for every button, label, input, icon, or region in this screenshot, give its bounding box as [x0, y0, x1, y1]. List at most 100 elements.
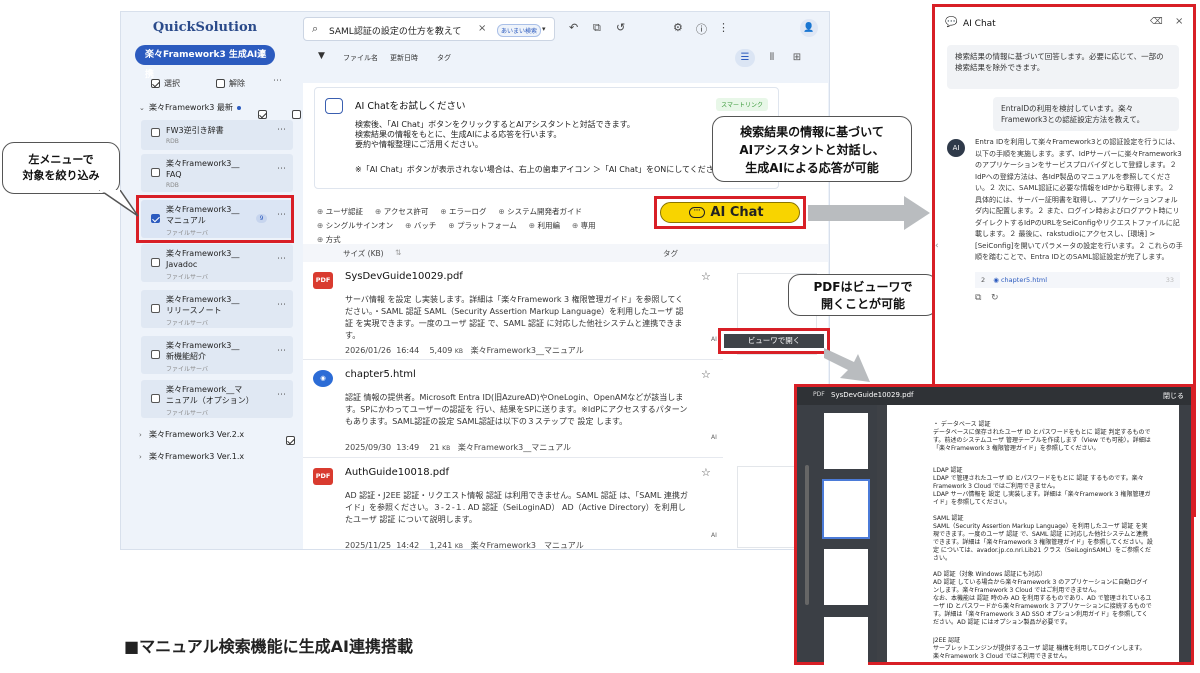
select-all-button[interactable]: 選択 — [151, 78, 180, 89]
viewer-header: PDF SysDevGuide10029.pdf 閉じる — [797, 387, 1191, 405]
card-line-2: 検索結果の情報をもとに、生成AIによる応答を行います。 — [355, 130, 562, 139]
item-checkbox[interactable] — [151, 168, 160, 177]
more-icon[interactable]: ⋯ — [277, 164, 287, 174]
copy-icon[interactable]: ⧉ — [593, 21, 601, 35]
group-fw3-ver2[interactable]: › 楽々Framework3 Ver.2.x — [139, 429, 244, 440]
page-thumbnail[interactable] — [824, 617, 868, 673]
clear-icon[interactable]: × — [478, 23, 486, 34]
group-select-checkbox[interactable] — [286, 436, 296, 445]
ai-chat-button[interactable]: ··· AI Chat — [660, 202, 800, 223]
more-icon[interactable]: ⋯ — [277, 300, 287, 310]
tag-chip[interactable]: エラーログ — [440, 206, 487, 217]
chat-icon: 💬 — [945, 17, 958, 28]
open-in-viewer-button[interactable]: ビューワで開く — [724, 334, 824, 348]
size-column-header[interactable]: サイズ (KB) — [343, 248, 384, 259]
filter-tag[interactable]: タグ — [437, 53, 451, 63]
result-size: 21 — [429, 443, 440, 452]
page-thumbnail[interactable] — [824, 549, 868, 605]
callout-pointer — [98, 190, 139, 217]
result-title[interactable]: chapter5.html — [345, 369, 416, 380]
grid-apps-icon[interactable]: ⋮ — [718, 21, 729, 34]
gear-icon[interactable]: ⚙ — [673, 21, 683, 34]
page-thumbnail[interactable] — [824, 413, 868, 469]
callout-center: 検索結果の情報に基づいて AIアシスタントと対話し、 生成AIによる応答が可能 — [712, 116, 912, 182]
sidebar-item-fw3-dictionary[interactable]: FW3逆引き辞書 RDB ⋯ — [141, 120, 293, 150]
copy-icon[interactable]: ⧉ — [975, 293, 981, 303]
item-title-2: リリースノート — [166, 306, 222, 315]
result-item[interactable]: PDF AuthGuide10018.pdf ☆ AD 認証・J2EE 認証・リ… — [303, 460, 723, 549]
filter-icon[interactable]: ▼ — [318, 51, 325, 61]
thumbnail-scrollbar[interactable] — [805, 465, 809, 605]
tag-chip[interactable]: ユーザ認証 — [317, 206, 363, 217]
sidebar-item-javadoc[interactable]: 楽々Framework3__ Javadoc ファイルサーバ ⋯ — [141, 244, 293, 282]
item-checkbox[interactable] — [151, 128, 160, 137]
grid-view-icon[interactable]: ⊞ — [787, 49, 807, 67]
more-icon[interactable]: ⋯ — [277, 254, 287, 264]
reference-link[interactable]: 2 ◉ chapter5.html 33 — [975, 272, 1180, 288]
tag-chip[interactable]: シングルサインオン — [317, 220, 394, 231]
highlight-box — [136, 195, 294, 243]
result-time: 16:44 — [396, 346, 420, 355]
collapse-left-icon[interactable]: ‹ — [935, 241, 939, 251]
item-checkbox[interactable] — [151, 350, 160, 359]
split-view-icon[interactable]: ⫴ — [762, 49, 782, 67]
tag-chip[interactable]: 利用編 — [529, 220, 560, 231]
result-meta: 2025/11/25 14:42 1,241 KB 楽々Framework3__… — [345, 540, 584, 549]
item-title: 楽々Framework3__ — [166, 295, 240, 304]
deselect-all-button[interactable]: 解除 — [216, 78, 245, 89]
group-check-checkbox[interactable] — [292, 110, 302, 119]
search-input[interactable]: SAML認証の設定の仕方を教えて — [329, 24, 461, 37]
tag-chip[interactable]: 専用 — [572, 220, 596, 231]
result-item[interactable]: PDF SysDevGuide10029.pdf ☆ サーバ情報 を設定 し実装… — [303, 264, 723, 360]
user-avatar-icon[interactable]: 👤 — [800, 19, 818, 37]
item-source: ファイルサーバ — [166, 274, 208, 281]
tag-chip[interactable]: システム開発者ガイド — [499, 206, 582, 217]
column-header: サイズ (KB) ⇅ タグ — [303, 244, 828, 262]
doc-paragraph: ・ データベース 認証 データベースに保存されたユーザ ID とパスワードをもと… — [933, 421, 1151, 452]
filter-file-name[interactable]: ファイル名 — [343, 53, 378, 63]
filter-updated[interactable]: 更新日時 — [390, 53, 418, 63]
group-select-checkbox[interactable] — [258, 110, 267, 119]
result-title[interactable]: SysDevGuide10029.pdf — [345, 271, 463, 282]
group-fw3-latest[interactable]: ⌄ 楽々Framework3 最新 — [139, 102, 241, 113]
sidebar-item-option-manual[interactable]: 楽々Framework__マ ニュアル（オプション） ファイルサーバ ⋯ — [141, 380, 293, 418]
result-item[interactable]: ◉ chapter5.html ☆ 認証 情報の提供者。Microsoft En… — [303, 362, 723, 458]
search-box[interactable]: ⌕ SAML認証の設定の仕方を教えて × あいまい検索 ▾ — [303, 17, 555, 41]
viewer-close-button[interactable]: 閉じる — [1163, 391, 1184, 401]
document-scrollbar[interactable] — [1180, 405, 1191, 662]
more-icon[interactable]: ⋯ — [273, 76, 282, 86]
undo-icon[interactable]: ↶ — [569, 21, 578, 34]
result-title[interactable]: AuthGuide10018.pdf — [345, 467, 449, 478]
help-icon[interactable]: ⓘ — [696, 21, 707, 37]
item-checkbox[interactable] — [151, 304, 160, 313]
sidebar-item-faq[interactable]: 楽々Framework3__ FAQ RDB ⋯ — [141, 154, 293, 192]
star-icon[interactable]: ☆ — [701, 270, 711, 283]
system-message: 検索結果の情報に基づいて回答します。必要に応じて、一部の検索結果を除外できます。 — [947, 45, 1179, 89]
history-icon[interactable]: ↺ — [616, 21, 625, 34]
star-icon[interactable]: ☆ — [701, 368, 711, 381]
more-icon[interactable]: ⋯ — [277, 390, 287, 400]
caret-down-icon[interactable]: ▾ — [542, 25, 546, 33]
search-mode-badge[interactable]: あいまい検索 — [497, 24, 542, 37]
refresh-icon[interactable]: ↻ — [991, 293, 999, 303]
group-fw3-ver1[interactable]: › 楽々Framework3 Ver.1.x — [139, 451, 244, 462]
page-thumbnail[interactable] — [822, 479, 870, 539]
checkbox-icon — [151, 79, 160, 88]
tag-column-header[interactable]: タグ — [663, 248, 678, 259]
more-icon[interactable]: ⋯ — [277, 346, 287, 356]
sort-icon[interactable]: ⇅ — [395, 248, 401, 257]
product-selector[interactable]: 楽々Framework3 生成AI連携 ⇕ — [135, 45, 275, 80]
tag-chip[interactable]: プラットフォーム — [448, 220, 517, 231]
more-icon[interactable]: ⋯ — [277, 125, 287, 135]
close-icon[interactable]: × — [1175, 16, 1183, 27]
tag-chip[interactable]: アクセス許可 — [375, 206, 429, 217]
item-checkbox[interactable] — [151, 258, 160, 267]
star-icon[interactable]: ☆ — [701, 466, 711, 479]
sidebar-item-new-features[interactable]: 楽々Framework3__ 新機能紹介 ファイルサーバ ⋯ — [141, 336, 293, 374]
sidebar-item-release-notes[interactable]: 楽々Framework3__ リリースノート ファイルサーバ ⋯ — [141, 290, 293, 328]
list-view-icon[interactable]: ☰ — [735, 49, 755, 67]
clear-chat-icon[interactable]: ⌫ — [1150, 17, 1163, 27]
item-checkbox[interactable] — [151, 394, 160, 403]
tag-chip[interactable]: バッチ — [405, 220, 437, 231]
result-unit: KB — [454, 348, 463, 355]
